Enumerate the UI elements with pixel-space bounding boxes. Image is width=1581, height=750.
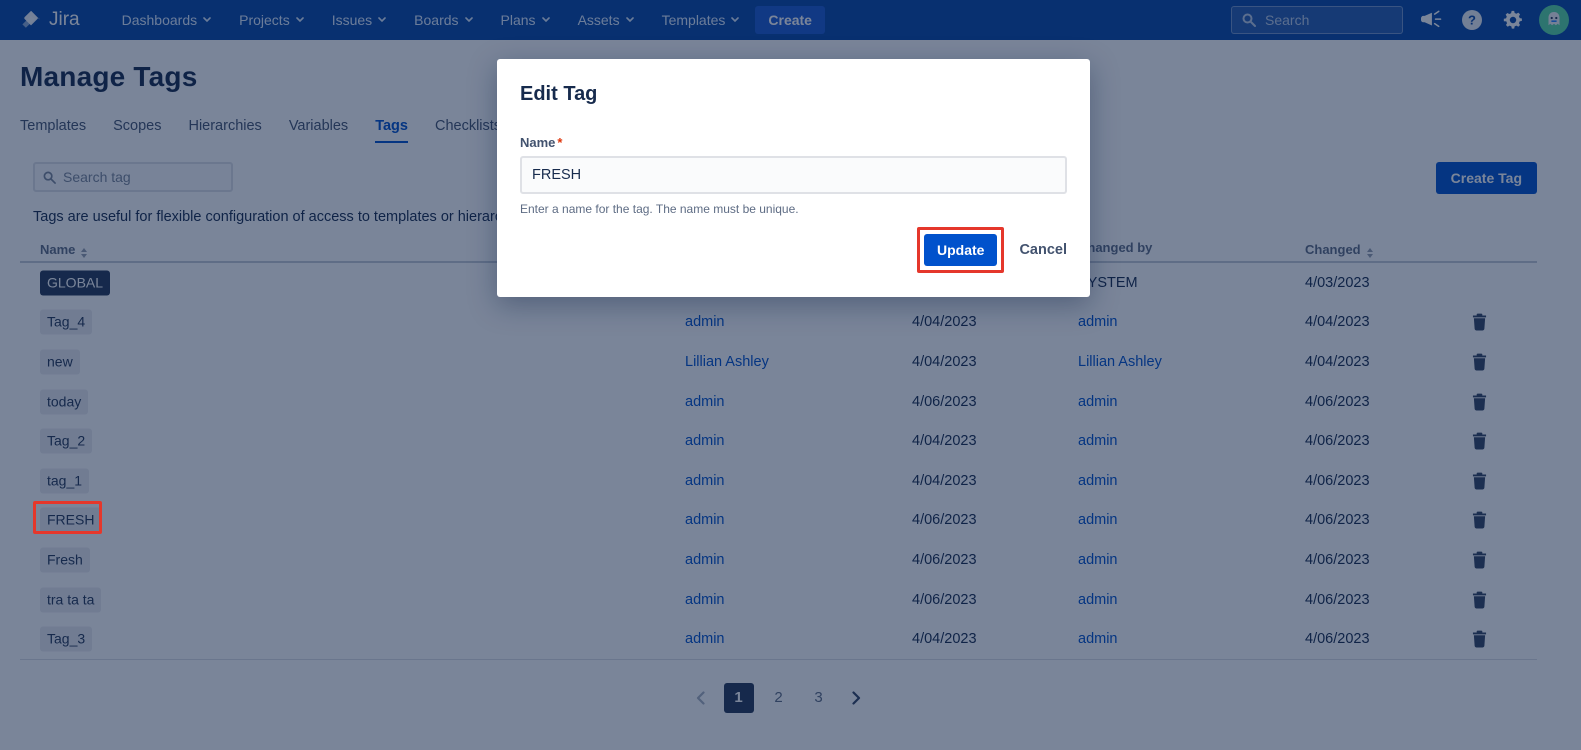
modal-title: Edit Tag [520, 83, 1067, 106]
name-field-label: Name* [520, 135, 1067, 150]
cancel-button[interactable]: Cancel [1019, 242, 1067, 258]
edit-tag-modal: Edit Tag Name* Enter a name for the tag.… [497, 59, 1090, 297]
update-button-annotation: Update [917, 227, 1004, 273]
tag-name-field[interactable] [520, 156, 1067, 194]
modal-actions: Update Cancel [520, 227, 1067, 273]
required-asterisk: * [557, 135, 562, 150]
update-button[interactable]: Update [924, 234, 997, 266]
name-field-helper: Enter a name for the tag. The name must … [520, 202, 1067, 216]
